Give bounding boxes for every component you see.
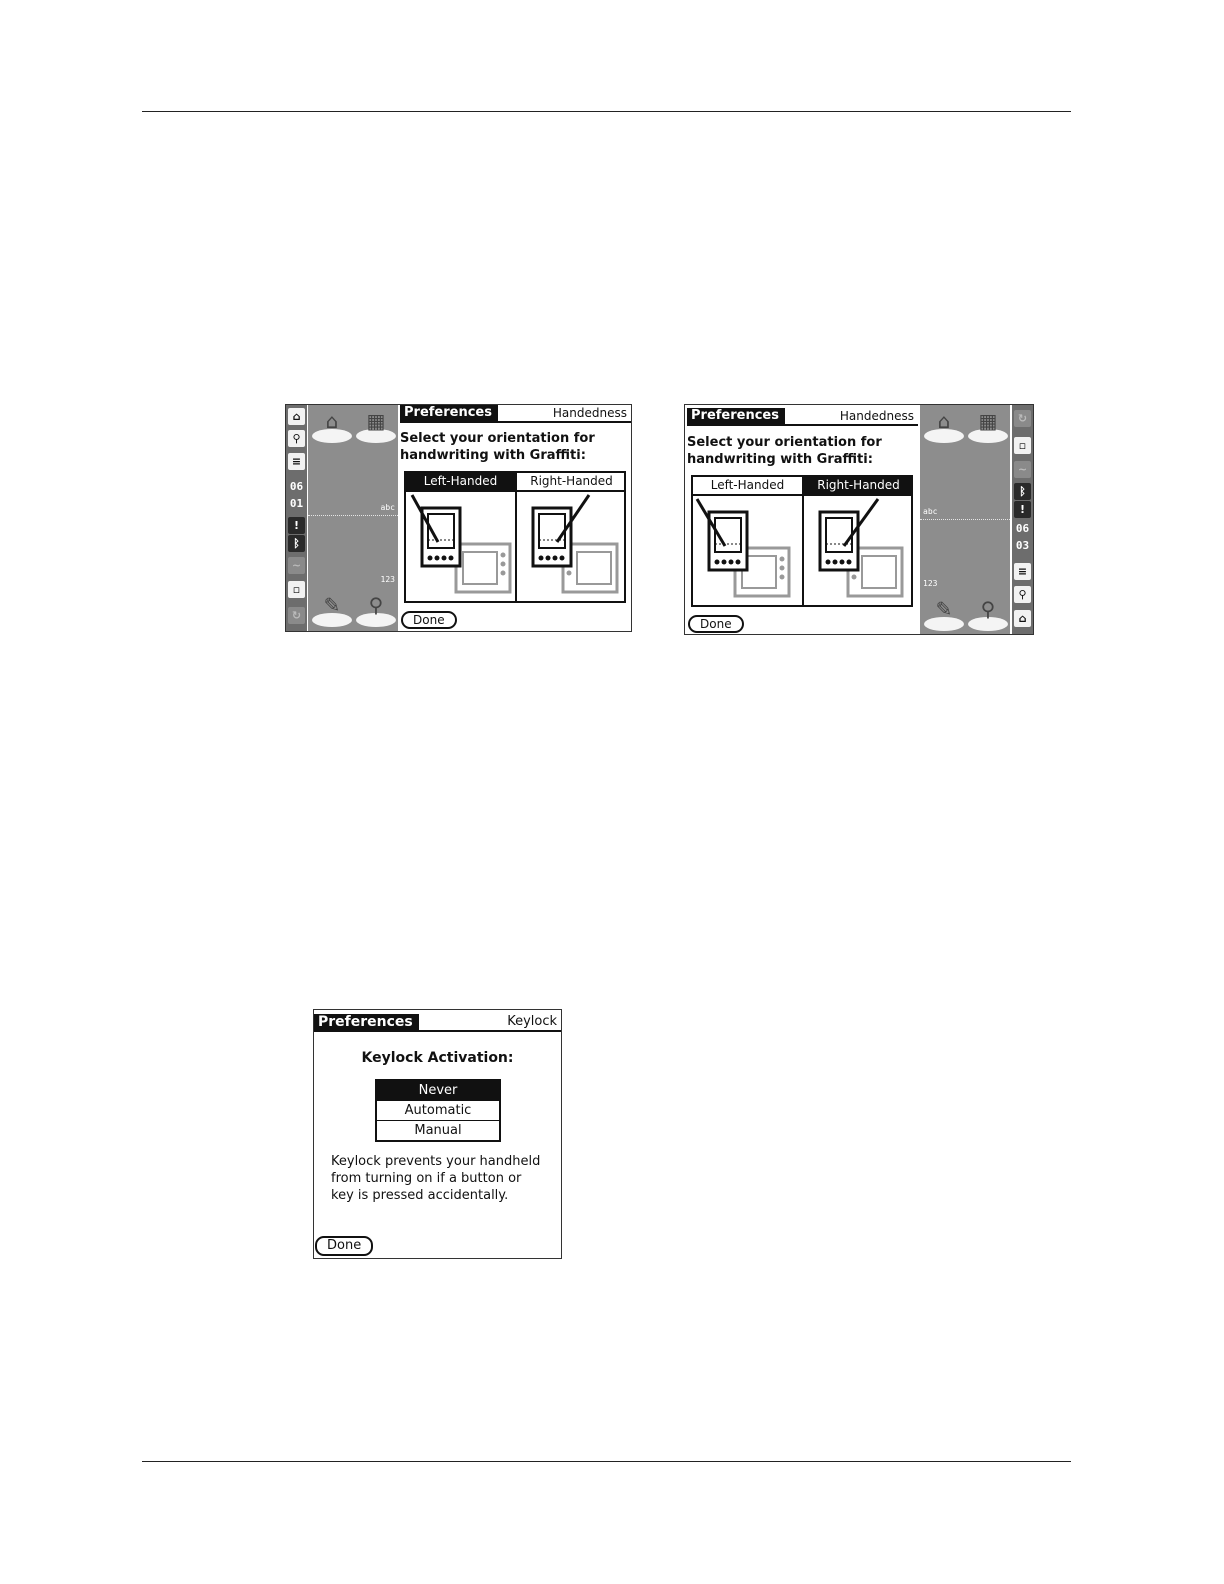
calculator-icon[interactable]: ▦ [356,409,396,443]
prompt: Select your orientation for handwriting … [400,431,595,463]
home-icon[interactable]: ⌂ [1014,610,1031,627]
alert-icon[interactable]: ! [288,517,305,534]
clock-minute: 03 [1015,539,1030,552]
find-icon[interactable]: ⚲ [288,430,305,447]
form-header: Preferences Keylock [314,1014,561,1032]
keylock-title: Keylock Activation: [361,1050,514,1066]
clock-minute: 01 [289,497,304,510]
option-never[interactable]: Never [377,1081,499,1101]
footer-rule [142,1461,1071,1462]
panel-name: Handedness [839,409,914,423]
applications-icon[interactable]: ⌂ [924,409,964,443]
prompt: Select your orientation for handwriting … [687,435,882,467]
menu-icon[interactable]: ≡ [288,453,305,470]
handedness-choices: Left-Handed Right-Handed [691,475,913,607]
graffiti-alpha-label: abc [923,507,938,516]
done-button[interactable]: Done [401,611,457,629]
status-icon[interactable]: ▫ [1014,437,1031,454]
menu-icon[interactable]: ≡ [1014,563,1031,580]
clock-hour: 06 [289,480,304,493]
left-handed-option[interactable]: Left-Handed [406,473,517,601]
keylock-description: Keylock prevents your handheld from turn… [331,1154,541,1203]
applications-icon[interactable]: ⌂ [312,409,352,443]
notes-icon[interactable]: ✎ [924,597,964,631]
option-manual[interactable]: Manual [377,1121,499,1140]
left-handed-option[interactable]: Left-Handed [693,477,804,605]
right-handed-device-icon [531,494,619,594]
rotate-icon[interactable]: ↻ [288,607,305,624]
graffiti-num-label: 123 [380,575,395,584]
graffiti-area[interactable]: ⌂ ▦ abc 123 ✎ ⚲ [308,405,398,631]
right-handed-option[interactable]: Right-Handed [804,477,913,605]
graffiti-icon[interactable]: ~ [288,557,305,574]
graffiti-alpha-label: abc [380,503,395,512]
preferences-tab[interactable]: Preferences [687,408,785,424]
bluetooth-icon[interactable]: ᛒ [288,535,305,552]
handedness-screen-right: Preferences Handedness Select your orien… [684,404,1034,635]
status-icon[interactable]: ▫ [288,581,305,598]
rotate-icon[interactable]: ↻ [1014,410,1031,427]
panel-name: Handedness [552,406,627,420]
option-automatic[interactable]: Automatic [377,1101,499,1121]
notes-icon[interactable]: ✎ [312,593,352,627]
form: Preferences Handedness Select your orien… [687,405,918,634]
home-icon[interactable]: ⌂ [288,408,305,425]
preferences-tab[interactable]: Preferences [400,405,498,421]
left-handed-device-icon [410,494,512,594]
clock-hour: 06 [1015,522,1030,535]
form-header: Preferences Handedness [400,405,631,423]
graffiti-area[interactable]: ⌂ ▦ abc 123 ✎ ⚲ [920,405,1010,634]
right-handed-device-icon [818,498,904,598]
form-header: Preferences Handedness [687,408,918,426]
left-handed-device-icon [695,498,791,598]
done-button[interactable]: Done [315,1236,374,1256]
handedness-screen-left: ⌂ ⚲ ≡ 06 01 ! ᛒ ~ ▫ ↻ ⌂ ▦ abc 123 ✎ ⚲ Pr… [285,404,632,632]
handedness-choices: Left-Handed Right-Handed [404,471,626,603]
panel-name: Keylock [507,1014,557,1029]
bluetooth-icon[interactable]: ᛒ [1014,483,1031,500]
done-button[interactable]: Done [688,615,744,633]
search-icon[interactable]: ⚲ [356,593,396,627]
search-icon[interactable]: ⚲ [968,597,1008,631]
calculator-icon[interactable]: ▦ [968,409,1008,443]
find-icon[interactable]: ⚲ [1014,586,1031,603]
keylock-screen: Preferences Keylock Keylock Activation: … [313,1009,562,1259]
status-bar: ⌂ ⚲ ≡ 06 01 ! ᛒ ~ ▫ ↻ [286,405,307,631]
keylock-options: Never Automatic Manual [375,1079,501,1142]
graffiti-icon[interactable]: ~ [1014,461,1031,478]
form: Preferences Handedness Select your orien… [400,405,631,631]
right-handed-option[interactable]: Right-Handed [517,473,626,601]
alert-icon[interactable]: ! [1014,501,1031,518]
graffiti-num-label: 123 [923,579,938,588]
status-bar: ↻ ▫ ~ ᛒ ! 06 03 ≡ ⚲ ⌂ [1012,405,1033,634]
header-rule [142,111,1071,112]
preferences-tab[interactable]: Preferences [314,1014,419,1030]
